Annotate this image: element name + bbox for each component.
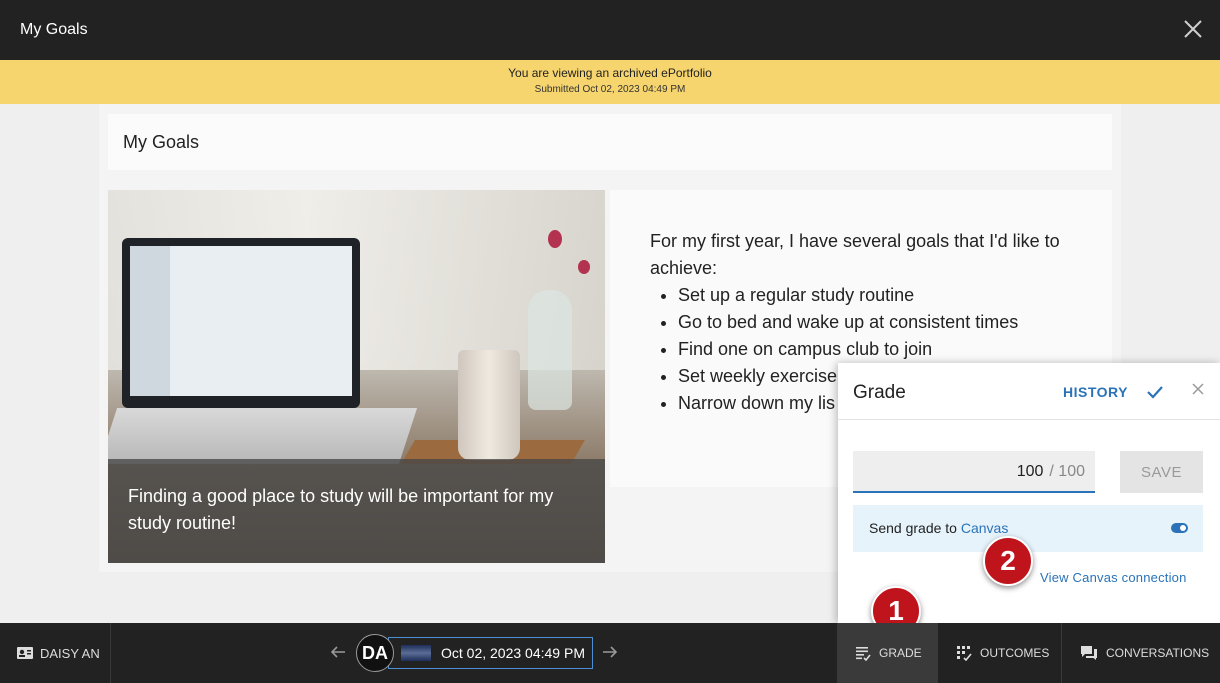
page-title: My Goals <box>108 114 1112 170</box>
photo-vase <box>528 290 572 410</box>
tab-conversations[interactable]: CONVERSATIONS <box>1061 623 1220 683</box>
id-card-icon <box>17 647 33 659</box>
tab-grade[interactable]: GRADE <box>837 623 937 683</box>
photo-flower <box>578 260 590 274</box>
arrow-right-icon[interactable] <box>601 643 619 661</box>
photo-laptop-base <box>108 408 418 464</box>
grade-panel-header: Grade HISTORY <box>838 363 1220 420</box>
close-icon[interactable] <box>1190 381 1206 397</box>
photo-mug <box>458 350 520 460</box>
submitted-date: Submitted Oct 02, 2023 04:49 PM <box>534 84 686 95</box>
tab-outcomes[interactable]: OUTCOMES <box>937 623 1061 683</box>
conversations-icon <box>1081 646 1097 660</box>
send-grade-row: Send grade to Canvas <box>853 505 1203 552</box>
student-name: DAISY AN <box>40 645 100 661</box>
score-input[interactable]: 100 / 100 <box>853 451 1095 493</box>
view-canvas-connection-link[interactable]: View Canvas connection <box>1040 570 1187 585</box>
list-item: Find one on campus club to join <box>678 336 1072 363</box>
tab-grade-label: GRADE <box>879 646 922 660</box>
grade-panel: Grade HISTORY 100 / 100 SAVE Send grade t… <box>838 363 1220 623</box>
send-grade-label: Send grade to <box>869 520 961 536</box>
send-grade-toggle[interactable] <box>1171 523 1188 533</box>
bottom-bar: DAISY AN Oct 02, 2023 04:49 PM DA GRADE … <box>0 623 1220 683</box>
photo-laptop <box>122 238 360 408</box>
check-icon[interactable] <box>1144 381 1166 403</box>
window-title: My Goals <box>20 21 88 38</box>
arrow-left-icon[interactable] <box>329 643 347 661</box>
callout-marker-2: 2 <box>983 536 1033 586</box>
avatar: DA <box>356 634 394 672</box>
outcomes-icon <box>957 646 972 661</box>
student-selector[interactable]: DAISY AN <box>0 623 111 683</box>
goals-intro: For my first year, I have several goals … <box>650 231 1060 278</box>
tab-outcomes-label: OUTCOMES <box>980 646 1050 660</box>
top-bar: My Goals <box>0 0 1220 60</box>
save-button[interactable]: SAVE <box>1120 451 1203 493</box>
submission-date: Oct 02, 2023 04:49 PM <box>441 645 585 661</box>
tab-conversations-label: CONVERSATIONS <box>1106 646 1210 660</box>
canvas-link[interactable]: Canvas <box>961 520 1008 536</box>
grade-panel-title: Grade <box>853 382 906 403</box>
grade-icon <box>856 647 871 661</box>
submission-thumbnail <box>401 645 431 661</box>
photo-flower <box>548 230 562 248</box>
list-item: Set up a regular study routine <box>678 282 1072 309</box>
list-item: Go to bed and wake up at consistent time… <box>678 309 1072 336</box>
submission-selector[interactable]: Oct 02, 2023 04:49 PM <box>388 637 593 669</box>
history-button[interactable]: HISTORY <box>1063 384 1128 400</box>
close-icon[interactable] <box>1182 18 1204 40</box>
max-score: / 100 <box>1049 463 1085 480</box>
archive-notice: You are viewing an archived ePortfolio <box>508 66 712 80</box>
photo-caption: Finding a good place to study will be im… <box>108 459 605 563</box>
study-photo: Finding a good place to study will be im… <box>108 190 605 563</box>
archive-banner: You are viewing an archived ePortfolio S… <box>0 60 1220 104</box>
score-value: 100 <box>1016 463 1044 480</box>
